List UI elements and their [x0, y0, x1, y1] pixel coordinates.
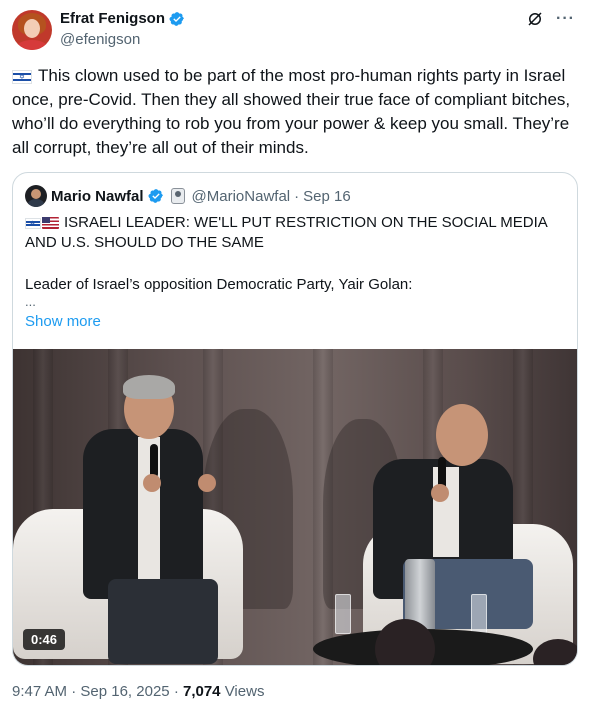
tweet-date[interactable]: Sep 16, 2025 — [80, 683, 169, 700]
author-name[interactable]: Efrat Fenigson — [60, 10, 165, 27]
author-name-row: Efrat Fenigson — [60, 10, 185, 27]
water-glass — [471, 594, 487, 634]
verified-badge-icon — [148, 189, 163, 203]
video-player[interactable]: 0:46 — [13, 349, 577, 665]
quoted-tweet-header: Mario Nawfal @MarioNawfal · Sep 16 — [25, 185, 351, 207]
quoted-tweet-text: ✡ ISRAELI LEADER: WE'LL PUT RESTRICTION O… — [25, 213, 570, 309]
author-handle[interactable]: @efenigson — [60, 31, 140, 48]
more-options-icon[interactable]: ··· — [556, 10, 575, 28]
israel-flag-icon: ✡ — [25, 217, 41, 229]
quoted-author-handle[interactable]: @MarioNawfal — [192, 188, 291, 205]
tweet-text: ✡ This clown used to be part of the most … — [12, 64, 577, 160]
views-count[interactable]: 7,074 — [183, 683, 221, 700]
quoted-body: Leader of Israel’s opposition Democratic… — [25, 276, 413, 293]
show-more-link[interactable]: Show more — [25, 313, 101, 330]
quoted-headline: ISRAELI LEADER: WE'LL PUT RESTRICTION ON… — [25, 214, 547, 251]
quoted-separator: · — [294, 187, 300, 205]
affiliate-badge-icon — [170, 188, 185, 204]
quoted-headline-row: ✡ ISRAELI LEADER: WE'LL PUT RESTRICTION O… — [25, 213, 570, 253]
grok-slash-icon[interactable] — [526, 10, 544, 28]
water-glass — [335, 594, 351, 634]
quoted-tweet-card[interactable]: Mario Nawfal @MarioNawfal · Sep 16 ✡ ISRA… — [12, 172, 578, 666]
us-flag-icon — [42, 217, 59, 230]
quoted-author-avatar[interactable] — [25, 185, 47, 207]
avatar-shirt — [16, 40, 48, 50]
israel-flag-icon: ✡ — [12, 69, 32, 84]
author-avatar[interactable] — [12, 10, 52, 50]
meta-separator: · — [71, 683, 77, 700]
verified-badge-icon[interactable] — [169, 11, 185, 27]
tweet-body: This clown used to be part of the most p… — [12, 66, 571, 157]
tweet-meta: 9:47 AM · Sep 16, 2025 · 7,074 Views — [12, 683, 264, 700]
quoted-ellipsis: ... — [25, 294, 36, 309]
tweet-time[interactable]: 9:47 AM — [12, 683, 67, 700]
quoted-date[interactable]: Sep 16 — [303, 188, 351, 205]
quoted-author-name[interactable]: Mario Nawfal — [51, 188, 144, 205]
views-label: Views — [224, 683, 265, 700]
tweet-top-actions: ··· — [526, 10, 575, 28]
avatar-face — [24, 19, 40, 38]
video-duration-badge: 0:46 — [23, 629, 66, 650]
meta-separator: · — [173, 683, 179, 700]
